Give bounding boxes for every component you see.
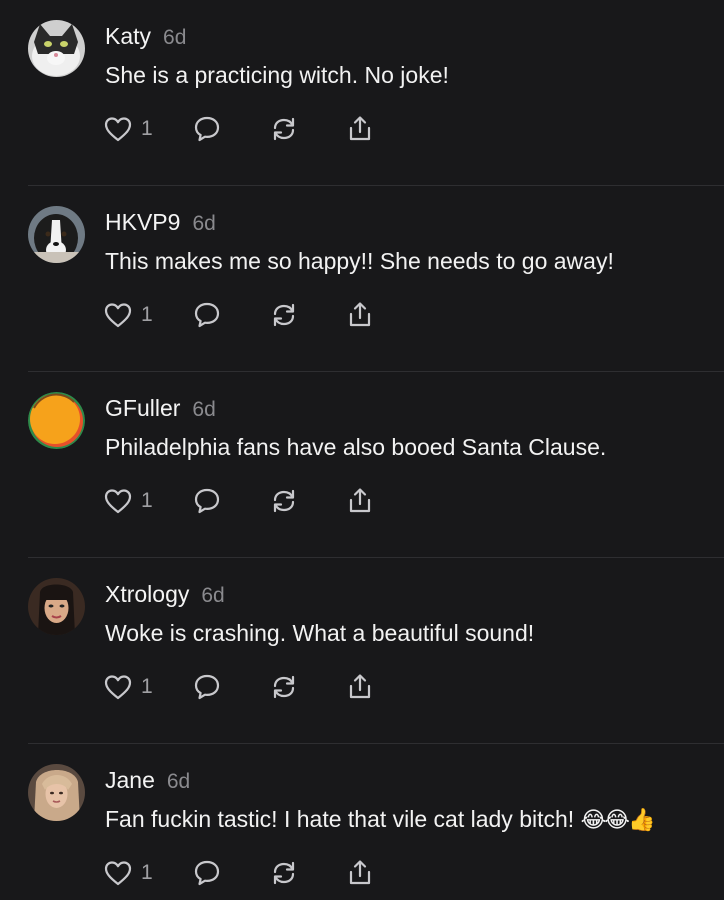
username[interactable]: GFuller: [105, 395, 180, 421]
comment-actions: 1: [103, 485, 403, 517]
reply-button[interactable]: [192, 671, 222, 703]
avatar[interactable]: [28, 764, 85, 821]
restack-arrows-icon: [269, 672, 299, 702]
comment-text: She is a practicing witch. No joke!: [105, 62, 449, 88]
share-upload-icon: [345, 114, 375, 144]
restack-arrows-icon: [269, 486, 299, 516]
share-upload-icon: [345, 672, 375, 702]
speech-bubble-icon: [192, 858, 222, 888]
restack-button[interactable]: [269, 113, 299, 145]
like-count: 1: [141, 489, 153, 512]
comment: GFuller 6d Philadelphia fans have also bo…: [0, 372, 724, 558]
share-button[interactable]: [345, 299, 375, 331]
comment-actions: 1: [103, 113, 403, 145]
comment-text-body: Fan fuckin tastic! I hate that vile cat …: [105, 806, 575, 832]
timestamp: 6d: [192, 398, 216, 421]
emoji-group: 😂😂👍: [580, 807, 656, 832]
heart-icon: [103, 300, 133, 330]
speech-bubble-icon: [192, 486, 222, 516]
share-button[interactable]: [345, 671, 375, 703]
like-button[interactable]: 1: [103, 299, 153, 331]
timestamp: 6d: [163, 26, 187, 49]
comment-header: Katy 6d: [105, 21, 186, 53]
restack-arrows-icon: [269, 300, 299, 330]
comment-text: Woke is crashing. What a beautiful sound…: [105, 620, 535, 646]
comment: HKVP9 6d This makes me so happy!! She nee…: [0, 186, 724, 372]
comment-header: Jane 6d: [105, 765, 190, 797]
like-button[interactable]: 1: [103, 485, 153, 517]
comment: Katy 6d She is a practicing witch. No jok…: [0, 0, 724, 186]
restack-arrows-icon: [269, 858, 299, 888]
comment-text: Fan fuckin tastic! I hate that vile cat …: [105, 804, 656, 835]
share-button[interactable]: [345, 485, 375, 517]
comment-actions: 1: [103, 671, 403, 703]
comment-header: HKVP9 6d: [105, 207, 216, 239]
share-upload-icon: [345, 858, 375, 888]
share-button[interactable]: [345, 113, 375, 145]
restack-button[interactable]: [269, 671, 299, 703]
restack-button[interactable]: [269, 857, 299, 889]
like-button[interactable]: 1: [103, 671, 153, 703]
heart-icon: [103, 858, 133, 888]
heart-icon: [103, 114, 133, 144]
comment: Xtrology 6d Woke is crashing. What a beau…: [0, 558, 724, 744]
speech-bubble-icon: [192, 300, 222, 330]
reply-button[interactable]: [192, 857, 222, 889]
comment-text: Philadelphia fans have also booed Santa …: [105, 434, 607, 460]
comment: Jane 6d Fan fuckin tastic! I hate that vi…: [0, 744, 724, 900]
share-upload-icon: [345, 300, 375, 330]
timestamp: 6d: [166, 770, 191, 793]
heart-icon: [103, 486, 133, 516]
comment-text: This makes me so happy!! She needs to go…: [105, 248, 614, 274]
avatar[interactable]: [28, 392, 85, 449]
username[interactable]: Jane: [105, 767, 155, 793]
reply-button[interactable]: [192, 485, 222, 517]
timestamp: 6d: [192, 212, 216, 235]
speech-bubble-icon: [192, 114, 222, 144]
like-button[interactable]: 1: [103, 113, 153, 145]
share-button[interactable]: [345, 857, 375, 889]
restack-arrows-icon: [269, 114, 299, 144]
comment-actions: 1: [103, 299, 403, 331]
avatar[interactable]: [28, 20, 85, 77]
timestamp: 6d: [201, 584, 225, 607]
username[interactable]: Xtrology: [105, 581, 189, 607]
like-count: 1: [141, 303, 153, 326]
comment-header: Xtrology 6d: [105, 579, 225, 611]
restack-button[interactable]: [269, 299, 299, 331]
like-count: 1: [141, 117, 153, 140]
username[interactable]: Katy: [105, 23, 151, 49]
comment-feed: Katy 6d She is a practicing witch. No jok…: [0, 0, 724, 900]
heart-icon: [103, 672, 133, 702]
speech-bubble-icon: [192, 672, 222, 702]
comment-actions: 1: [103, 857, 403, 889]
like-count: 1: [141, 675, 153, 698]
like-button[interactable]: 1: [103, 857, 153, 889]
comment-header: GFuller 6d: [105, 393, 216, 425]
avatar[interactable]: [28, 578, 85, 635]
restack-button[interactable]: [269, 485, 299, 517]
reply-button[interactable]: [192, 113, 222, 145]
share-upload-icon: [345, 486, 375, 516]
reply-button[interactable]: [192, 299, 222, 331]
like-count: 1: [141, 861, 153, 884]
username[interactable]: HKVP9: [105, 209, 180, 235]
avatar[interactable]: [28, 206, 85, 263]
